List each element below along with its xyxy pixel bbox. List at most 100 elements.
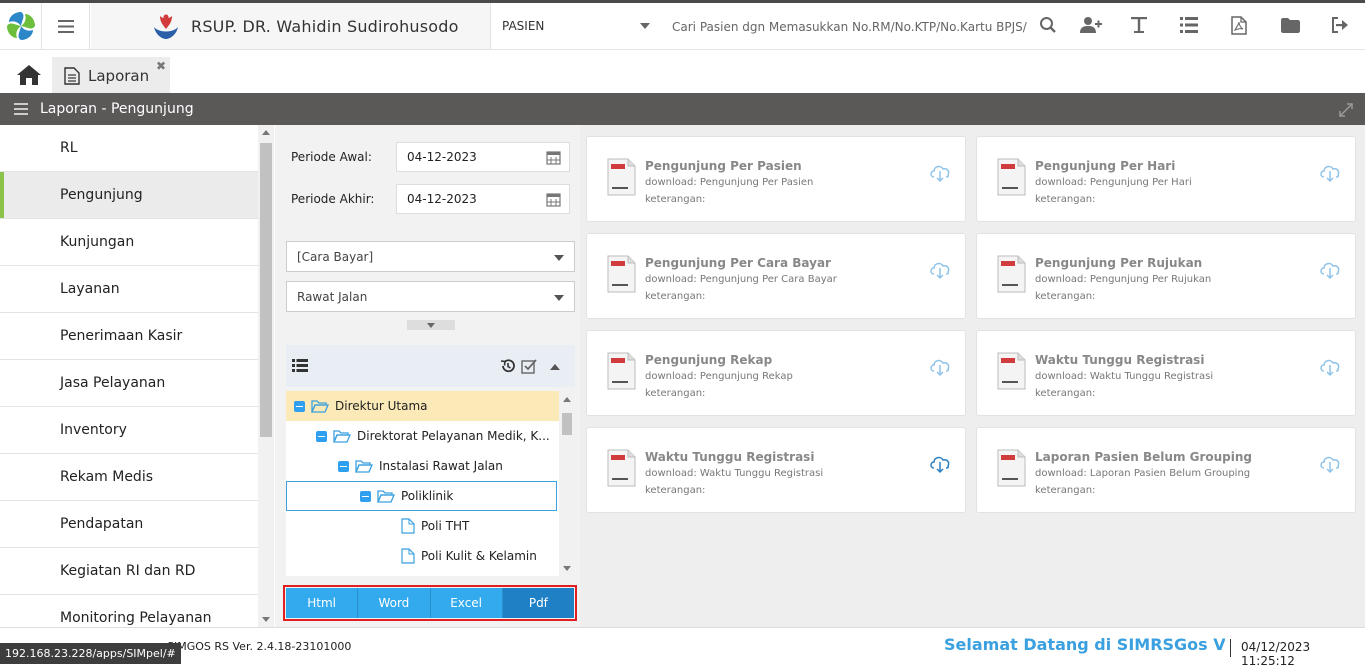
sidebar-item-pengunjung[interactable]: Pengunjung — [0, 172, 258, 219]
export-word-button[interactable]: Word — [358, 588, 431, 618]
scroll-up-icon[interactable] — [262, 130, 270, 135]
search-icon[interactable] — [1037, 14, 1059, 36]
report-keterangan: keterangan: — [1035, 388, 1096, 399]
history-icon[interactable] — [500, 358, 516, 374]
cloud-download-icon[interactable] — [1319, 260, 1341, 280]
report-card[interactable]: Pengunjung Per Cara Bayar download: Pengu… — [586, 233, 966, 319]
chevron-up-icon[interactable] — [550, 363, 560, 370]
report-card[interactable]: Pengunjung Per Hari download: Pengunjung … — [976, 136, 1356, 222]
patient-search-input[interactable] — [664, 12, 1029, 42]
home-icon[interactable] — [16, 64, 42, 86]
sidebar-item-rekam-medis[interactable]: Rekam Medis — [0, 454, 258, 501]
main-menu-button[interactable] — [42, 3, 90, 49]
cloud-download-icon[interactable] — [1319, 357, 1341, 377]
collapse-filter-button[interactable] — [407, 320, 455, 330]
export-excel-button[interactable]: Excel — [430, 588, 503, 618]
periode-akhir-input[interactable]: 04-12-2023 — [396, 184, 570, 214]
tree-node-poliklinik[interactable]: Poliklinik — [286, 481, 557, 511]
report-title: Laporan Pasien Belum Grouping — [1035, 450, 1253, 464]
cloud-download-icon[interactable] — [929, 260, 951, 280]
pdf-icon[interactable] — [1228, 14, 1250, 36]
pdf-file-icon — [997, 449, 1026, 487]
tree-node-direktur-utama[interactable]: Direktur Utama — [286, 391, 559, 421]
sidebar-item-kegiatan-ri-rd[interactable]: Kegiatan RI dan RD — [0, 548, 258, 595]
report-title: Pengunjung Per Hari — [1035, 159, 1176, 173]
scroll-up-icon[interactable] — [563, 397, 571, 402]
report-card[interactable]: Waktu Tunggu Registrasi download: Waktu T… — [976, 330, 1356, 416]
collapse-node-icon[interactable] — [360, 490, 371, 502]
export-pdf-button[interactable]: Pdf — [502, 588, 574, 618]
cloud-download-icon[interactable] — [929, 357, 951, 377]
tree-node-instalasi-rawat-jalan[interactable]: Instalasi Rawat Jalan — [338, 451, 503, 481]
tree-node-label: Direktur Utama — [335, 399, 428, 413]
sidebar-item-jasa-pelayanan[interactable]: Jasa Pelayanan — [0, 360, 258, 407]
collapse-node-icon[interactable] — [316, 430, 327, 442]
export-html-button[interactable]: Html — [286, 588, 359, 618]
scroll-down-icon[interactable] — [262, 617, 270, 622]
expand-icon[interactable] — [1339, 102, 1353, 117]
collapse-node-icon[interactable] — [294, 400, 305, 412]
sidebar-item-kunjungan[interactable]: Kunjungan — [0, 219, 258, 266]
sidebar-item-penerimaan-kasir[interactable]: Penerimaan Kasir — [0, 313, 258, 360]
folder-open-icon — [311, 400, 329, 413]
tree-scrollbar[interactable] — [559, 391, 575, 576]
add-user-icon[interactable] — [1080, 14, 1102, 36]
sidebar-item-label: Penerimaan Kasir — [60, 328, 183, 344]
scrollbar-thumb[interactable] — [260, 143, 272, 437]
cloud-download-icon[interactable] — [1319, 454, 1341, 474]
report-keterangan: keterangan: — [1035, 485, 1096, 496]
report-download-text: download: Waktu Tunggu Registrasi — [645, 468, 824, 479]
report-keterangan: keterangan: — [1035, 194, 1096, 205]
cara-bayar-select[interactable]: [Cara Bayar] — [286, 241, 575, 272]
sidebar-item-rl[interactable]: RL — [0, 125, 258, 172]
tree-list-icon[interactable] — [292, 359, 308, 372]
sidebar-item-label: Layanan — [60, 281, 120, 297]
sidebar-item-layanan[interactable]: Layanan — [0, 266, 258, 313]
report-title: Waktu Tunggu Registrasi — [645, 450, 815, 464]
report-download-text: download: Pengunjung Per Pasien — [645, 177, 814, 188]
logout-icon[interactable] — [1329, 14, 1351, 36]
tree-node-direktorat-pelayanan[interactable]: Direktorat Pelayanan Medik, K... — [316, 421, 550, 451]
tree-node-poli-tht[interactable]: Poli THT — [401, 511, 469, 541]
tree-node-label: Poli THT — [421, 519, 470, 533]
report-card[interactable]: Waktu Tunggu Registrasi download: Waktu T… — [586, 427, 966, 513]
app-logo-icon — [5, 11, 36, 41]
sidebar-scrollbar[interactable] — [258, 125, 274, 627]
sidebar-item-label: Kunjungan — [60, 234, 135, 250]
app-logo[interactable] — [0, 3, 42, 49]
calendar-icon[interactable] — [546, 150, 561, 165]
check-all-icon[interactable] — [521, 358, 537, 374]
sidebar-item-inventory[interactable]: Inventory — [0, 407, 258, 454]
scrollbar-thumb[interactable] — [562, 413, 572, 435]
cloud-download-icon[interactable] — [1319, 163, 1341, 183]
divider — [1230, 639, 1231, 657]
folder-icon[interactable] — [1279, 14, 1301, 36]
pdf-file-icon — [607, 449, 636, 487]
report-download-text: download: Waktu Tunggu Registrasi — [1035, 371, 1214, 382]
report-keterangan: keterangan: — [1035, 291, 1096, 302]
jenis-kunjungan-select[interactable]: Rawat Jalan — [286, 281, 575, 312]
hospital-brand: RSUP. DR. Wahidin Sudirohusodo — [91, 3, 491, 49]
chevron-down-icon — [427, 322, 435, 328]
close-icon[interactable]: ✖ — [156, 59, 166, 73]
sidebar-item-monitoring-pelayanan[interactable]: Monitoring Pelayanan — [0, 595, 258, 627]
report-card[interactable]: Pengunjung Rekap download: Pengunjung Rek… — [586, 330, 966, 416]
current-datetime: 04/12/2023 11:25:12 — [1241, 640, 1311, 668]
sidebar-item-pendapatan[interactable]: Pendapatan — [0, 501, 258, 548]
report-card[interactable]: Pengunjung Per Rujukan download: Pengunju… — [976, 233, 1356, 319]
sidebar-item-label: Pendapatan — [60, 516, 144, 532]
collapse-node-icon[interactable] — [338, 460, 349, 472]
report-card[interactable]: Laporan Pasien Belum Grouping download: L… — [976, 427, 1356, 513]
calendar-icon[interactable] — [546, 192, 561, 207]
cloud-download-icon[interactable] — [929, 454, 951, 474]
scroll-down-icon[interactable] — [563, 566, 571, 571]
tab-laporan[interactable]: Laporan ✖ — [52, 57, 170, 94]
cloud-download-icon[interactable] — [929, 163, 951, 183]
panel-menu-icon[interactable] — [14, 103, 28, 115]
report-card[interactable]: Pengunjung Per Pasien download: Pengunjun… — [586, 136, 966, 222]
list-icon[interactable] — [1178, 14, 1200, 36]
periode-awal-input[interactable]: 04-12-2023 — [396, 142, 570, 172]
module-select[interactable]: PASIEN — [492, 3, 662, 49]
text-icon[interactable] — [1128, 14, 1150, 36]
tree-node-poli-kulit-kelamin[interactable]: Poli Kulit & Kelamin — [401, 541, 537, 571]
